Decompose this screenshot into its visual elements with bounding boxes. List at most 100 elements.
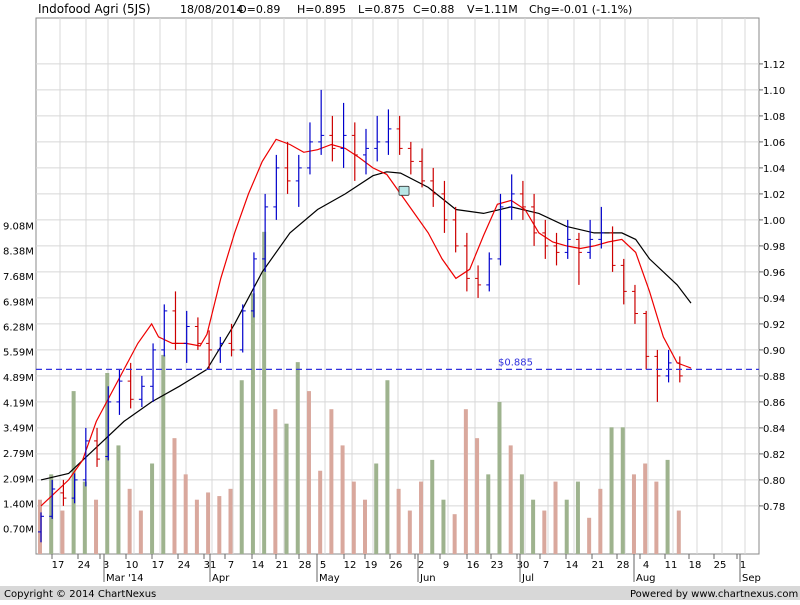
date-tick-label: 14 (252, 560, 265, 571)
volume-tick-label: 7.68M (3, 272, 34, 283)
date-tick-label: 2 (418, 560, 424, 571)
month-label: Aug (636, 573, 656, 584)
date-tick-label: 4 (643, 560, 649, 571)
volume-bar (206, 492, 211, 554)
header-volume: V=1.11M (467, 3, 518, 16)
price-tick-label: 0.82 (763, 450, 785, 461)
date-tick-label: 17 (152, 560, 165, 571)
date-tick-label: 7 (228, 560, 234, 571)
date-tick-label: 19 (365, 560, 378, 571)
volume-bar (374, 463, 379, 554)
volume-bar (631, 474, 636, 554)
date-tick-label: 30 (517, 560, 530, 571)
volume-bar (430, 459, 435, 554)
volume-tick-label: 8.38M (3, 247, 34, 258)
volume-tick-label: 4.89M (3, 373, 34, 384)
date-tick-label: 24 (178, 560, 191, 571)
volume-bar (194, 499, 199, 554)
price-tick-label: 0.78 (763, 502, 785, 513)
volume-tick-label: 4.19M (3, 398, 34, 409)
volume-tick-label: 0.70M (3, 525, 34, 536)
header-date: 18/08/2014 (180, 3, 243, 16)
volume-tick-label: 5.59M (3, 348, 34, 359)
date-tick-label: 23 (491, 560, 504, 571)
volume-bar (396, 488, 401, 554)
volume-bar (217, 496, 222, 554)
price-tick-label: 0.86 (763, 398, 785, 409)
volume-bar (138, 510, 143, 554)
volume-tick-label: 3.49M (3, 424, 34, 435)
date-tick-label: 1 (740, 560, 746, 571)
copyright-text: Copyright © 2014 ChartNexus (4, 589, 156, 600)
price-tick-label: 0.98 (763, 242, 785, 253)
volume-bar (82, 481, 87, 554)
date-tick-label: 16 (467, 560, 480, 571)
header-low: L=0.875 (358, 3, 405, 16)
volume-bar (385, 380, 390, 554)
chart-canvas: Indofood Agri (5JS) 18/08/2014 O=0.89 H=… (0, 0, 800, 600)
volume-bar (60, 510, 65, 554)
volume-bar (116, 445, 121, 554)
price-axis: 0.78 0.80 0.82 0.84 0.86 0.88 0.90 0.92 0.94 0.96… (759, 60, 785, 513)
header-high: H=0.895 (297, 3, 346, 16)
date-tick-label: 7 (543, 560, 549, 571)
volume-bar (306, 391, 311, 554)
stock-chart: Indofood Agri (5JS) 18/08/2014 O=0.89 H=… (0, 0, 800, 600)
volume-bar (665, 459, 670, 554)
volume-bar (295, 362, 300, 554)
event-marker-icon (398, 185, 410, 196)
volume-bar (318, 470, 323, 554)
powered-by-link[interactable]: Powered by www.chartnexus.com (630, 589, 798, 600)
volume-bar (620, 427, 625, 554)
date-tick-label: 10 (126, 560, 139, 571)
volume-bar (587, 517, 592, 554)
date-tick-label: 9 (443, 560, 449, 571)
price-tick-label: 0.90 (763, 346, 785, 357)
volume-bar (228, 488, 233, 554)
price-tick-label: 0.96 (763, 268, 785, 279)
volume-tick-label: 9.08M (3, 221, 34, 232)
volume-bar (150, 463, 155, 554)
date-tick-label: 12 (344, 560, 357, 571)
header-open: O=0.89 (238, 3, 280, 16)
volume-bar (161, 354, 166, 554)
date-tick-label: 28 (299, 560, 312, 571)
price-tick-label: 1.10 (763, 86, 785, 97)
date-tick-label: 18 (689, 560, 702, 571)
price-tick-label: 0.80 (763, 476, 785, 487)
volume-bar (250, 293, 255, 554)
month-label: Jun (419, 573, 436, 584)
volume-bar (475, 438, 480, 554)
price-tick-label: 0.84 (763, 424, 785, 435)
date-tick-label: 28 (617, 560, 630, 571)
date-tick-label: 21 (592, 560, 605, 571)
volume-bar (239, 380, 244, 554)
volume-bar (508, 445, 513, 554)
volume-bar (183, 474, 188, 554)
volume-tick-label: 2.79M (3, 449, 34, 460)
price-tick-label: 1.00 (763, 216, 785, 227)
volume-tick-label: 2.09M (3, 474, 34, 485)
header-change: Chg=-0.01 (-1.1%) (529, 3, 632, 16)
price-tick-label: 1.12 (763, 60, 785, 71)
volume-bar (531, 499, 536, 554)
month-label: Mar '14 (106, 573, 144, 584)
price-tick-label: 0.92 (763, 320, 785, 331)
volume-bar (127, 488, 132, 554)
volume-bar (262, 231, 267, 554)
volume-bar (486, 474, 491, 554)
volume-bar (553, 481, 558, 554)
volume-tick-label: 1.40M (3, 499, 34, 510)
price-tick-label: 1.06 (763, 138, 785, 149)
volume-bar (654, 481, 659, 554)
month-label: Sep (742, 573, 761, 584)
volume-bar (351, 481, 356, 554)
chart-title: Indofood Agri (5JS) (38, 2, 151, 16)
date-tick-label: 25 (714, 560, 727, 571)
date-axis: 17 24 3 10 17 24 31 7 14 21 28 5 12 19 26 2 9 16 23 30 7 14 21… (51, 554, 761, 584)
volume-tick-label: 6.98M (3, 297, 34, 308)
date-tick-label: 5 (320, 560, 326, 571)
volume-bar (363, 499, 367, 554)
price-tick-label: 1.04 (763, 164, 785, 175)
volume-bar (676, 510, 681, 554)
